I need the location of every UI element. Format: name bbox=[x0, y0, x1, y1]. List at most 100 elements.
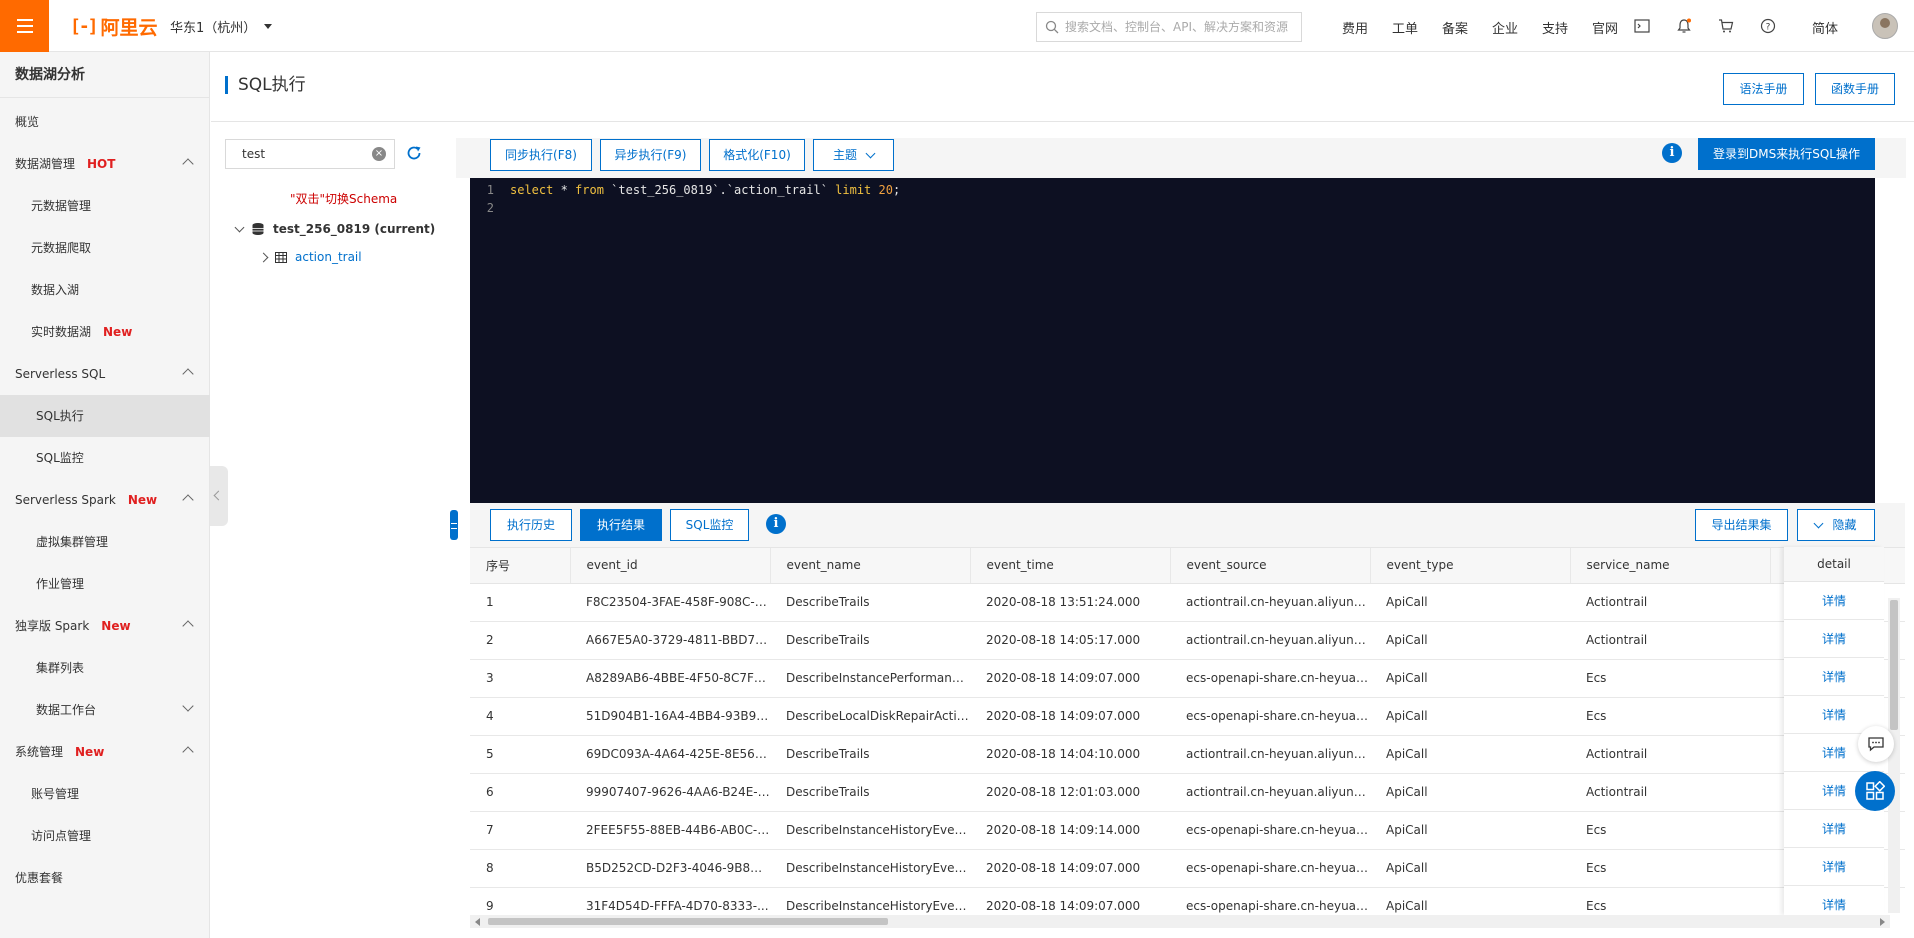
table-cell: 2020-08-18 14:05:17.000 bbox=[970, 621, 1170, 660]
table-cell: DescribeTrails bbox=[770, 773, 970, 812]
global-search[interactable] bbox=[1036, 12, 1302, 42]
column-header[interactable]: event_source bbox=[1170, 548, 1371, 584]
schema-search-input[interactable]: test bbox=[225, 139, 395, 169]
scroll-left-icon[interactable] bbox=[475, 918, 480, 926]
detail-link[interactable]: 详情 bbox=[1784, 658, 1884, 696]
async-execute-button[interactable]: 异步执行(F9) bbox=[600, 139, 701, 171]
sidebar-item-data-ingestion[interactable]: 数据入湖 bbox=[0, 269, 210, 311]
global-search-input[interactable] bbox=[1065, 20, 1295, 34]
table-cell: 2020-08-18 12:01:03.000 bbox=[970, 773, 1170, 812]
tab-execution-result[interactable]: 执行结果 bbox=[580, 509, 662, 541]
apps-icon[interactable] bbox=[1855, 771, 1895, 811]
column-header: detail bbox=[1784, 547, 1884, 582]
detail-link[interactable]: 详情 bbox=[1784, 620, 1884, 658]
tab-execution-history[interactable]: 执行历史 bbox=[490, 509, 572, 541]
table-cell: 2020-08-18 14:09:07.000 bbox=[970, 697, 1170, 736]
theme-label: 主题 bbox=[832, 148, 857, 162]
detail-link[interactable]: 详情 bbox=[1784, 582, 1884, 620]
table-cell: B5D252CD-D2F3-4046-9B8B-... bbox=[570, 849, 770, 888]
table-cell: Ecs bbox=[1570, 887, 1770, 915]
column-header[interactable]: 序号 bbox=[470, 548, 571, 584]
table-cell: 6 bbox=[470, 773, 570, 812]
nav-tickets[interactable]: 工单 bbox=[1380, 18, 1430, 37]
hide-label: 隐藏 bbox=[1832, 518, 1857, 532]
sidebar-item-metadata-management[interactable]: 元数据管理 bbox=[0, 185, 210, 227]
format-button[interactable]: 格式化(F10) bbox=[709, 139, 805, 171]
export-results-button[interactable]: 导出结果集 bbox=[1695, 509, 1788, 541]
sql-editor[interactable]: 1 select * from `test_256_0819`.`action_… bbox=[470, 178, 1875, 503]
menu-icon[interactable] bbox=[0, 0, 49, 52]
sidebar-item-label: 系统管理 bbox=[15, 745, 64, 759]
top-navigation-bar: [-] 阿里云 华东1（杭州） 费用 工单 备案 企业 支持 官网 ? 简体 bbox=[0, 0, 1914, 52]
cart-icon[interactable] bbox=[1714, 14, 1738, 38]
sidebar-collapse-handle[interactable] bbox=[210, 466, 228, 526]
sidebar-item-overview[interactable]: 概览 bbox=[0, 101, 210, 143]
terminal-icon[interactable] bbox=[1630, 14, 1654, 38]
region-selector[interactable]: 华东1（杭州） bbox=[170, 17, 273, 36]
sidebar-item-endpoint-management[interactable]: 访问点管理 bbox=[0, 815, 210, 857]
sidebar-group-serverless-spark[interactable]: Serverless Spark New bbox=[0, 479, 210, 521]
column-header[interactable]: event_type bbox=[1370, 548, 1571, 584]
refresh-icon[interactable] bbox=[405, 144, 423, 162]
detail-link[interactable]: 详情 bbox=[1784, 810, 1884, 848]
nav-official-site[interactable]: 官网 bbox=[1580, 18, 1630, 37]
language-switch[interactable]: 简体 bbox=[1812, 18, 1838, 37]
table-cell: ApiCall bbox=[1370, 773, 1570, 812]
sidebar-group-system-management[interactable]: 系统管理 New bbox=[0, 731, 210, 773]
detail-link[interactable]: 详情 bbox=[1784, 848, 1884, 886]
bell-icon[interactable] bbox=[1672, 14, 1696, 38]
table-cell: ecs-openapi-share.cn-heyuan.... bbox=[1170, 811, 1370, 850]
column-header[interactable]: event_id bbox=[570, 548, 771, 584]
horizontal-scrollbar[interactable] bbox=[470, 915, 1890, 928]
nav-support[interactable]: 支持 bbox=[1530, 18, 1580, 37]
sidebar-item-account-management[interactable]: 账号管理 bbox=[0, 773, 210, 815]
column-header[interactable]: event_name bbox=[770, 548, 971, 584]
theme-dropdown[interactable]: 主题 bbox=[813, 139, 894, 171]
table-cell: 2020-08-18 14:09:07.000 bbox=[970, 659, 1170, 698]
sidebar-group-data-lake-management[interactable]: 数据湖管理 HOT bbox=[0, 143, 210, 185]
table-cell: A8289AB6-4BBE-4F50-8C7F-8... bbox=[570, 659, 770, 698]
nav-enterprise[interactable]: 企业 bbox=[1480, 18, 1530, 37]
tab-sql-monitor[interactable]: SQL监控 bbox=[670, 509, 749, 541]
scrollbar-thumb[interactable] bbox=[1890, 600, 1898, 730]
dms-login-button[interactable]: 登录到DMS来执行SQL操作 bbox=[1698, 138, 1875, 170]
help-icon[interactable]: ? bbox=[1756, 14, 1780, 38]
table-cell: Ecs bbox=[1570, 697, 1770, 736]
chat-icon[interactable] bbox=[1858, 726, 1894, 762]
chevron-up-icon bbox=[182, 746, 194, 758]
column-header[interactable]: service_name bbox=[1570, 548, 1771, 584]
syntax-manual-button[interactable]: 语法手册 bbox=[1723, 73, 1804, 105]
scrollbar-thumb[interactable] bbox=[488, 918, 888, 925]
info-icon[interactable]: i bbox=[1662, 143, 1682, 163]
aliyun-logo[interactable]: [-] 阿里云 bbox=[70, 14, 158, 39]
resize-handle[interactable] bbox=[450, 510, 458, 540]
function-manual-button[interactable]: 函数手册 bbox=[1815, 73, 1895, 105]
table-cell: 7 bbox=[470, 811, 570, 850]
tree-database-node[interactable]: test_256_0819 (current) bbox=[234, 222, 435, 236]
sidebar-item-cluster-list[interactable]: 集群列表 bbox=[0, 647, 210, 689]
column-header[interactable]: event_time bbox=[970, 548, 1171, 584]
nav-icp[interactable]: 备案 bbox=[1430, 18, 1480, 37]
database-icon bbox=[252, 223, 264, 235]
sidebar-item-sql-execute[interactable]: SQL执行 bbox=[0, 395, 210, 437]
sync-execute-button[interactable]: 同步执行(F8) bbox=[490, 139, 592, 171]
sidebar-item-sql-monitor[interactable]: SQL监控 bbox=[0, 437, 210, 479]
sidebar-group-data-workbench[interactable]: 数据工作台 bbox=[0, 689, 210, 731]
sidebar-item-metadata-crawl[interactable]: 元数据爬取 bbox=[0, 227, 210, 269]
sidebar-group-serverless-sql[interactable]: Serverless SQL bbox=[0, 353, 210, 395]
nav-fees[interactable]: 费用 bbox=[1330, 18, 1380, 37]
scroll-right-icon[interactable] bbox=[1880, 918, 1885, 926]
table-cell: 2 bbox=[470, 621, 570, 660]
clear-icon[interactable]: × bbox=[372, 147, 386, 161]
sidebar-item-virtual-cluster[interactable]: 虚拟集群管理 bbox=[0, 521, 210, 563]
sidebar-item-discount-package[interactable]: 优惠套餐 bbox=[0, 857, 210, 899]
user-avatar[interactable] bbox=[1872, 13, 1898, 39]
tree-table-node[interactable]: action_trail bbox=[258, 250, 362, 264]
sidebar-item-realtime-data-lake[interactable]: 实时数据湖 New bbox=[0, 311, 210, 353]
hide-results-button[interactable]: 隐藏 bbox=[1797, 509, 1875, 541]
sidebar-item-job-management[interactable]: 作业管理 bbox=[0, 563, 210, 605]
sidebar-group-dedicated-spark[interactable]: 独享版 Spark New bbox=[0, 605, 210, 647]
info-icon[interactable]: i bbox=[766, 514, 786, 534]
top-icons: ? bbox=[1630, 14, 1780, 38]
table-cell: actiontrail.cn-heyuan.aliyuncs.... bbox=[1170, 583, 1370, 622]
